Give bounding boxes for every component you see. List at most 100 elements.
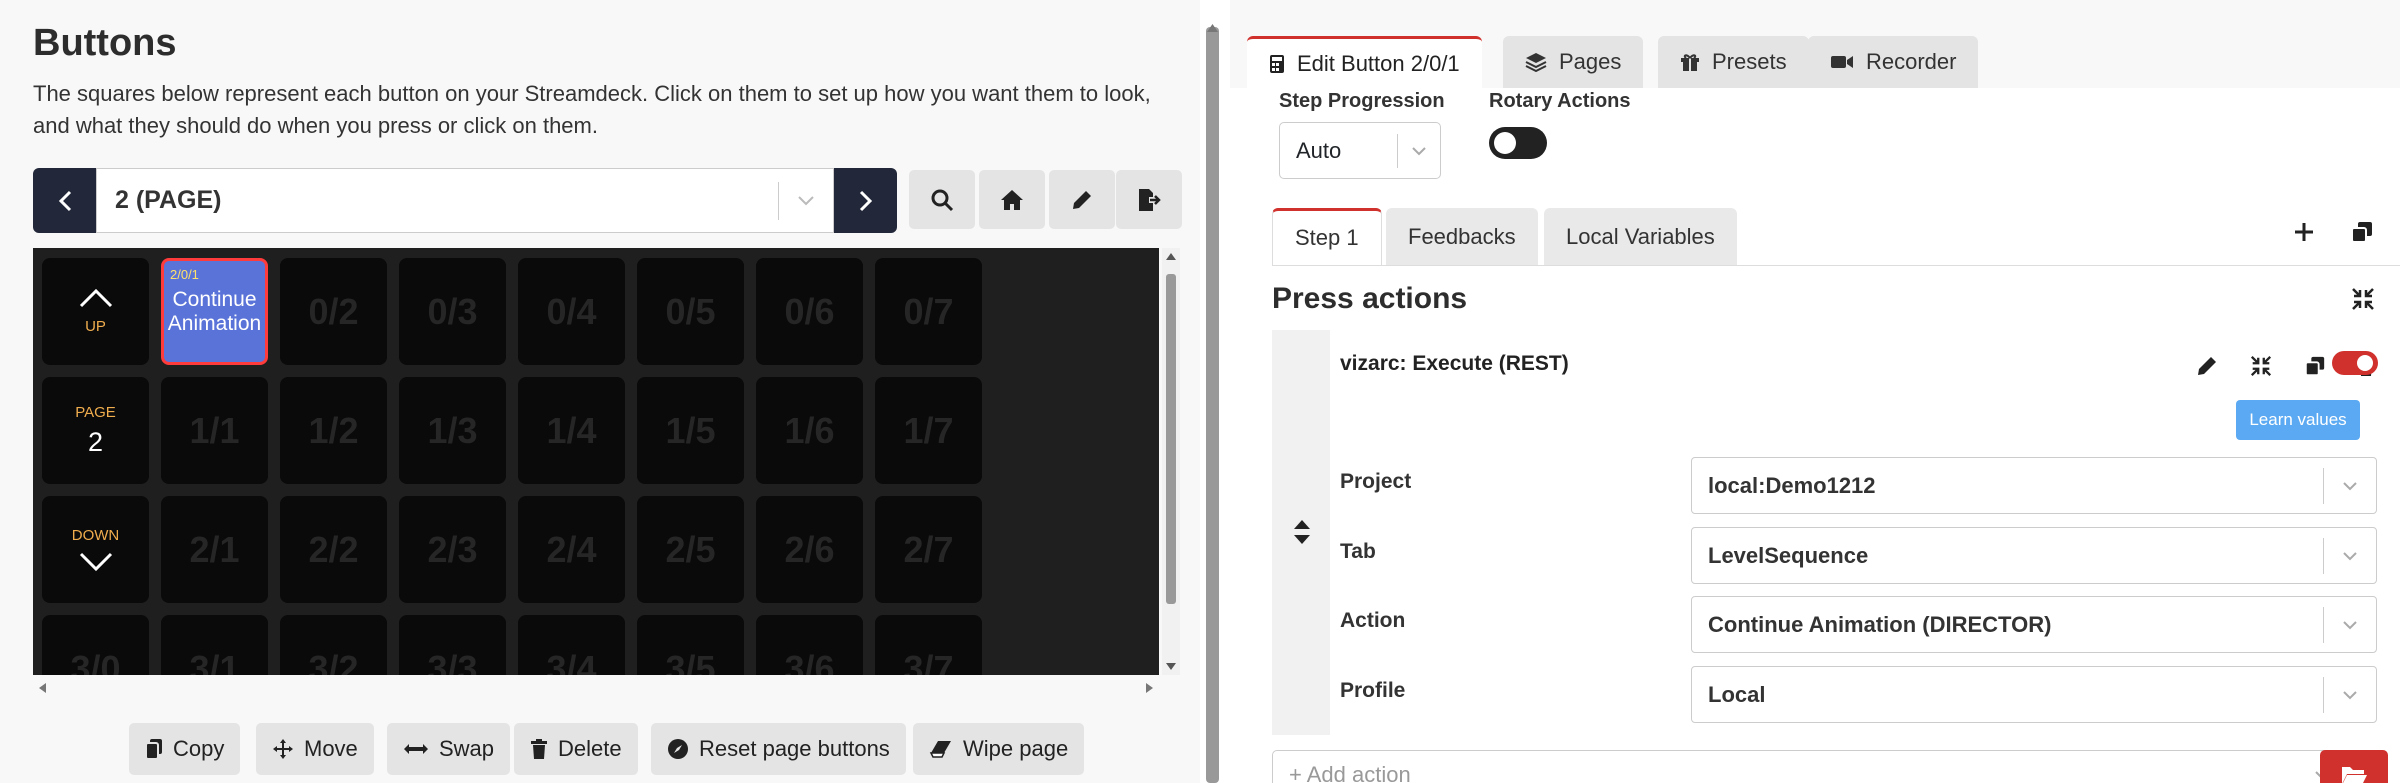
next-page-button[interactable] [834,168,897,233]
tab-edit-label: Edit Button 2/0/1 [1297,50,1460,76]
selected-grid-button[interactable]: 2/0/1 Continue Animation [161,258,268,365]
swap-button[interactable]: Swap [387,723,511,775]
home-button[interactable] [979,170,1045,229]
press-actions-title: Press actions [1272,282,1468,315]
profile-select[interactable]: Local [1691,666,2377,723]
grid-button[interactable]: 0/6 [756,258,863,365]
add-step-button[interactable] [2292,220,2316,249]
toggle-knob [1494,132,1516,154]
grid-horizontal-scrollbar[interactable] [33,675,1159,700]
grid-button[interactable]: 1/5 [637,377,744,484]
action-enabled-toggle[interactable] [2332,351,2378,375]
param-label-tab: Tab [1340,540,1376,563]
scrollbar-thumb[interactable] [1166,274,1176,604]
panel-resize-divider[interactable] [1206,24,1219,783]
grid-button[interactable]: 2/2 [280,496,387,603]
grid-button[interactable]: 0/3 [399,258,506,365]
action-content: vizarc: Execute (REST) Learn values Proj… [1330,330,2382,735]
buttons-panel: Buttons The squares below represent each… [0,0,1200,783]
grid-button[interactable]: 3/5 [637,615,744,675]
rotary-actions-toggle[interactable] [1489,127,1547,159]
rotary-actions-label: Rotary Actions [1489,90,1631,112]
compress-icon [2250,355,2272,377]
compass-icon [668,739,688,759]
tab-select[interactable]: LevelSequence [1691,527,2377,584]
grid-vertical-scrollbar[interactable] [1162,248,1180,675]
grid-button[interactable]: 2/7 [875,496,982,603]
add-action-select[interactable]: + Add action [1272,750,2348,783]
chevron-right-icon [859,190,872,211]
swap-label: Swap [439,736,495,761]
grid-button[interactable]: 1/3 [399,377,506,484]
reset-page-buttons-button[interactable]: Reset page buttons [651,723,906,775]
copy-icon [145,739,162,760]
chevron-down-icon[interactable] [779,195,833,207]
grid-button[interactable]: 3/0 [42,615,149,675]
reset-label: Reset page buttons [699,736,890,761]
page-select[interactable]: 2 (PAGE) [96,168,834,233]
export-page-button[interactable] [1116,170,1182,229]
grid-button[interactable]: 2/1 [161,496,268,603]
chevron-down-icon [79,552,112,572]
grid-button[interactable]: 0/7 [875,258,982,365]
tab-feedbacks[interactable]: Feedbacks [1386,208,1538,265]
grid-button[interactable]: 1/2 [280,377,387,484]
delete-label: Delete [558,736,622,761]
page-down-button[interactable]: DOWN [42,496,149,603]
grid-button[interactable]: 3/1 [161,615,268,675]
step-progression-select[interactable]: Auto [1279,122,1441,179]
param-label-action: Action [1340,609,1406,632]
grid-button[interactable]: 2/3 [399,496,506,603]
grid-button[interactable]: 2/4 [518,496,625,603]
folder-open-icon [2342,767,2367,783]
scroll-down-arrow-icon [1166,663,1176,670]
grid-button[interactable]: 1/4 [518,377,625,484]
tab-presets[interactable]: Presets [1658,36,1809,88]
scroll-up-arrow-icon [1166,253,1176,260]
clone-icon [2304,356,2325,377]
tab-recorder[interactable]: Recorder [1808,36,1979,88]
open-action-browser-button[interactable] [2320,750,2388,783]
drag-handle-icon[interactable] [1292,518,1312,551]
delete-button[interactable]: Delete [514,723,638,775]
grid-button[interactable]: 1/7 [875,377,982,484]
tab-pages[interactable]: Pages [1503,36,1644,88]
wipe-page-button[interactable]: Wipe page [913,723,1085,775]
grid-button[interactable]: 3/2 [280,615,387,675]
tab-local-variables[interactable]: Local Variables [1544,208,1737,265]
edit-page-button[interactable] [1049,170,1115,229]
duplicate-action-button[interactable] [2295,346,2335,386]
search-button[interactable] [909,170,975,229]
page-up-button[interactable]: UP [42,258,149,365]
grid-button[interactable]: 3/7 [875,615,982,675]
tab-step-1[interactable]: Step 1 [1272,208,1382,265]
learn-values-button[interactable]: Learn values [2236,400,2360,440]
chevron-up-icon [79,288,112,308]
action-select[interactable]: Continue Animation (DIRECTOR) [1691,596,2377,653]
previous-page-button[interactable] [33,168,96,233]
project-select[interactable]: local:Demo1212 [1691,457,2377,514]
collapse-all-button[interactable] [2350,286,2376,317]
collapse-action-button[interactable] [2241,346,2281,386]
pencil-icon [2198,357,2216,375]
divider-up-arrow-icon [1207,24,1218,32]
grid-button[interactable]: 1/6 [756,377,863,484]
grid-button[interactable]: 2/5 [637,496,744,603]
edit-action-button[interactable] [2187,346,2227,386]
grid-button[interactable]: 3/4 [518,615,625,675]
grid-button[interactable]: 1/1 [161,377,268,484]
tab-edit-button[interactable]: Edit Button 2/0/1 [1247,36,1482,88]
grid-button[interactable]: 0/2 [280,258,387,365]
grid-button[interactable]: 3/6 [756,615,863,675]
gift-icon [1681,54,1699,71]
page-number-button[interactable]: PAGE 2 [42,377,149,484]
arrows-left-right-icon [404,744,428,754]
grid-button[interactable]: 0/5 [637,258,744,365]
duplicate-step-button[interactable] [2350,220,2374,249]
grid-button[interactable]: 3/3 [399,615,506,675]
copy-button[interactable]: Copy [129,723,241,775]
chevron-down-icon [2324,620,2376,630]
move-button[interactable]: Move [256,723,374,775]
grid-button[interactable]: 0/4 [518,258,625,365]
grid-button[interactable]: 2/6 [756,496,863,603]
